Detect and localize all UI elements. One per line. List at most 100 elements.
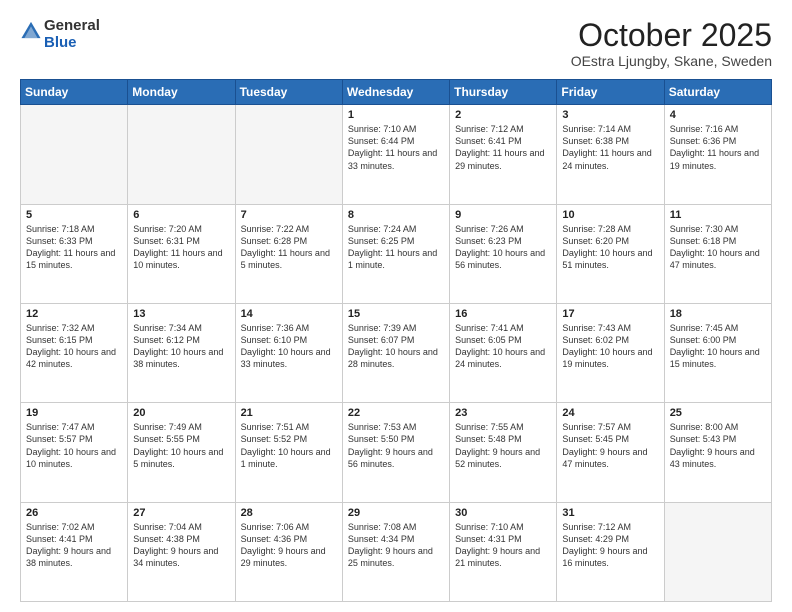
- calendar-header-sunday: Sunday: [21, 80, 128, 105]
- day-info: Sunrise: 7:20 AM Sunset: 6:31 PM Dayligh…: [133, 223, 229, 272]
- day-info: Sunrise: 7:55 AM Sunset: 5:48 PM Dayligh…: [455, 421, 551, 470]
- day-number: 20: [133, 407, 229, 419]
- day-info: Sunrise: 7:10 AM Sunset: 6:44 PM Dayligh…: [348, 123, 444, 172]
- day-number: 15: [348, 308, 444, 320]
- calendar-cell: 1 Sunrise: 7:10 AM Sunset: 6:44 PM Daylig…: [342, 105, 449, 204]
- calendar-header-tuesday: Tuesday: [235, 80, 342, 105]
- calendar-cell: 9 Sunrise: 7:26 AM Sunset: 6:23 PM Daylig…: [450, 204, 557, 303]
- calendar-week-3: 19 Sunrise: 7:47 AM Sunset: 5:57 PM Dayli…: [21, 403, 772, 502]
- day-info: Sunrise: 7:51 AM Sunset: 5:52 PM Dayligh…: [241, 421, 337, 470]
- day-number: 22: [348, 407, 444, 419]
- day-number: 18: [670, 308, 766, 320]
- day-number: 21: [241, 407, 337, 419]
- day-info: Sunrise: 7:49 AM Sunset: 5:55 PM Dayligh…: [133, 421, 229, 470]
- day-number: 28: [241, 507, 337, 519]
- day-number: 31: [562, 507, 658, 519]
- day-number: 7: [241, 209, 337, 221]
- calendar-header-saturday: Saturday: [664, 80, 771, 105]
- day-info: Sunrise: 7:57 AM Sunset: 5:45 PM Dayligh…: [562, 421, 658, 470]
- calendar-cell: 31 Sunrise: 7:12 AM Sunset: 4:29 PM Dayli…: [557, 502, 664, 601]
- calendar-week-4: 26Sunrise: 7:02 AM Sunset: 4:41 PM Dayli…: [21, 502, 772, 601]
- calendar-week-2: 12 Sunrise: 7:32 AM Sunset: 6:15 PM Dayli…: [21, 303, 772, 402]
- calendar-header-thursday: Thursday: [450, 80, 557, 105]
- calendar-cell: 15Sunrise: 7:39 AM Sunset: 6:07 PM Dayli…: [342, 303, 449, 402]
- day-number: 13: [133, 308, 229, 320]
- day-info: Sunrise: 7:04 AM Sunset: 4:38 PM Dayligh…: [133, 521, 229, 570]
- calendar-cell: 2 Sunrise: 7:12 AM Sunset: 6:41 PM Daylig…: [450, 105, 557, 204]
- calendar-cell: 12 Sunrise: 7:32 AM Sunset: 6:15 PM Dayli…: [21, 303, 128, 402]
- day-number: 25: [670, 407, 766, 419]
- day-info: Sunrise: 7:12 AM Sunset: 6:41 PM Dayligh…: [455, 123, 551, 172]
- day-info: Sunrise: 7:28 AM Sunset: 6:20 PM Dayligh…: [562, 223, 658, 272]
- logo-general: General: [44, 17, 100, 34]
- day-number: 27: [133, 507, 229, 519]
- day-number: 29: [348, 507, 444, 519]
- day-number: 2: [455, 109, 551, 121]
- location: OEstra Ljungby, Skane, Sweden: [571, 53, 772, 69]
- day-number: 30: [455, 507, 551, 519]
- logo: General Blue: [20, 18, 100, 51]
- logo-icon: [20, 19, 42, 41]
- calendar-cell: 4Sunrise: 7:16 AM Sunset: 6:36 PM Daylig…: [664, 105, 771, 204]
- day-info: Sunrise: 7:26 AM Sunset: 6:23 PM Dayligh…: [455, 223, 551, 272]
- calendar-cell: 18 Sunrise: 7:45 AM Sunset: 6:00 PM Dayli…: [664, 303, 771, 402]
- day-number: 19: [26, 407, 122, 419]
- calendar-cell: 8Sunrise: 7:24 AM Sunset: 6:25 PM Daylig…: [342, 204, 449, 303]
- calendar-cell: [664, 502, 771, 601]
- day-number: 9: [455, 209, 551, 221]
- day-info: Sunrise: 7:32 AM Sunset: 6:15 PM Dayligh…: [26, 322, 122, 371]
- calendar-cell: 21 Sunrise: 7:51 AM Sunset: 5:52 PM Dayli…: [235, 403, 342, 502]
- calendar-cell: 22 Sunrise: 7:53 AM Sunset: 5:50 PM Dayli…: [342, 403, 449, 502]
- day-number: 26: [26, 507, 122, 519]
- day-info: Sunrise: 7:47 AM Sunset: 5:57 PM Dayligh…: [26, 421, 122, 470]
- day-number: 1: [348, 109, 444, 121]
- calendar-header-row: SundayMondayTuesdayWednesdayThursdayFrid…: [21, 80, 772, 105]
- day-info: Sunrise: 7:45 AM Sunset: 6:00 PM Dayligh…: [670, 322, 766, 371]
- day-number: 16: [455, 308, 551, 320]
- day-number: 23: [455, 407, 551, 419]
- calendar-week-0: 1 Sunrise: 7:10 AM Sunset: 6:44 PM Daylig…: [21, 105, 772, 204]
- calendar-cell: 26Sunrise: 7:02 AM Sunset: 4:41 PM Dayli…: [21, 502, 128, 601]
- calendar-cell: 5 Sunrise: 7:18 AM Sunset: 6:33 PM Daylig…: [21, 204, 128, 303]
- calendar-cell: [128, 105, 235, 204]
- day-number: 12: [26, 308, 122, 320]
- day-number: 11: [670, 209, 766, 221]
- day-number: 3: [562, 109, 658, 121]
- calendar-cell: 10 Sunrise: 7:28 AM Sunset: 6:20 PM Dayli…: [557, 204, 664, 303]
- day-number: 10: [562, 209, 658, 221]
- day-info: Sunrise: 8:00 AM Sunset: 5:43 PM Dayligh…: [670, 421, 766, 470]
- calendar-cell: 17Sunrise: 7:43 AM Sunset: 6:02 PM Dayli…: [557, 303, 664, 402]
- day-number: 6: [133, 209, 229, 221]
- day-info: Sunrise: 7:53 AM Sunset: 5:50 PM Dayligh…: [348, 421, 444, 470]
- calendar-cell: 27 Sunrise: 7:04 AM Sunset: 4:38 PM Dayli…: [128, 502, 235, 601]
- day-info: Sunrise: 7:06 AM Sunset: 4:36 PM Dayligh…: [241, 521, 337, 570]
- title-block: October 2025 OEstra Ljungby, Skane, Swed…: [571, 18, 772, 69]
- calendar-cell: 7 Sunrise: 7:22 AM Sunset: 6:28 PM Daylig…: [235, 204, 342, 303]
- calendar-cell: 13 Sunrise: 7:34 AM Sunset: 6:12 PM Dayli…: [128, 303, 235, 402]
- day-info: Sunrise: 7:08 AM Sunset: 4:34 PM Dayligh…: [348, 521, 444, 570]
- logo-text: General Blue: [44, 18, 100, 51]
- page: General Blue October 2025 OEstra Ljungby…: [0, 0, 792, 612]
- day-info: Sunrise: 7:34 AM Sunset: 6:12 PM Dayligh…: [133, 322, 229, 371]
- month-year: October 2025: [571, 18, 772, 53]
- day-number: 14: [241, 308, 337, 320]
- day-info: Sunrise: 7:22 AM Sunset: 6:28 PM Dayligh…: [241, 223, 337, 272]
- day-info: Sunrise: 7:41 AM Sunset: 6:05 PM Dayligh…: [455, 322, 551, 371]
- calendar-cell: 11 Sunrise: 7:30 AM Sunset: 6:18 PM Dayli…: [664, 204, 771, 303]
- day-info: Sunrise: 7:12 AM Sunset: 4:29 PM Dayligh…: [562, 521, 658, 570]
- calendar-cell: 30 Sunrise: 7:10 AM Sunset: 4:31 PM Dayli…: [450, 502, 557, 601]
- calendar-cell: 28 Sunrise: 7:06 AM Sunset: 4:36 PM Dayli…: [235, 502, 342, 601]
- day-number: 24: [562, 407, 658, 419]
- day-info: Sunrise: 7:10 AM Sunset: 4:31 PM Dayligh…: [455, 521, 551, 570]
- calendar-cell: 23 Sunrise: 7:55 AM Sunset: 5:48 PM Dayli…: [450, 403, 557, 502]
- calendar-table: SundayMondayTuesdayWednesdayThursdayFrid…: [20, 79, 772, 602]
- calendar-week-1: 5 Sunrise: 7:18 AM Sunset: 6:33 PM Daylig…: [21, 204, 772, 303]
- day-info: Sunrise: 7:30 AM Sunset: 6:18 PM Dayligh…: [670, 223, 766, 272]
- calendar-cell: [21, 105, 128, 204]
- day-info: Sunrise: 7:18 AM Sunset: 6:33 PM Dayligh…: [26, 223, 122, 272]
- day-number: 5: [26, 209, 122, 221]
- calendar-cell: 20 Sunrise: 7:49 AM Sunset: 5:55 PM Dayli…: [128, 403, 235, 502]
- day-number: 4: [670, 109, 766, 121]
- calendar-cell: 3Sunrise: 7:14 AM Sunset: 6:38 PM Daylig…: [557, 105, 664, 204]
- calendar-header-wednesday: Wednesday: [342, 80, 449, 105]
